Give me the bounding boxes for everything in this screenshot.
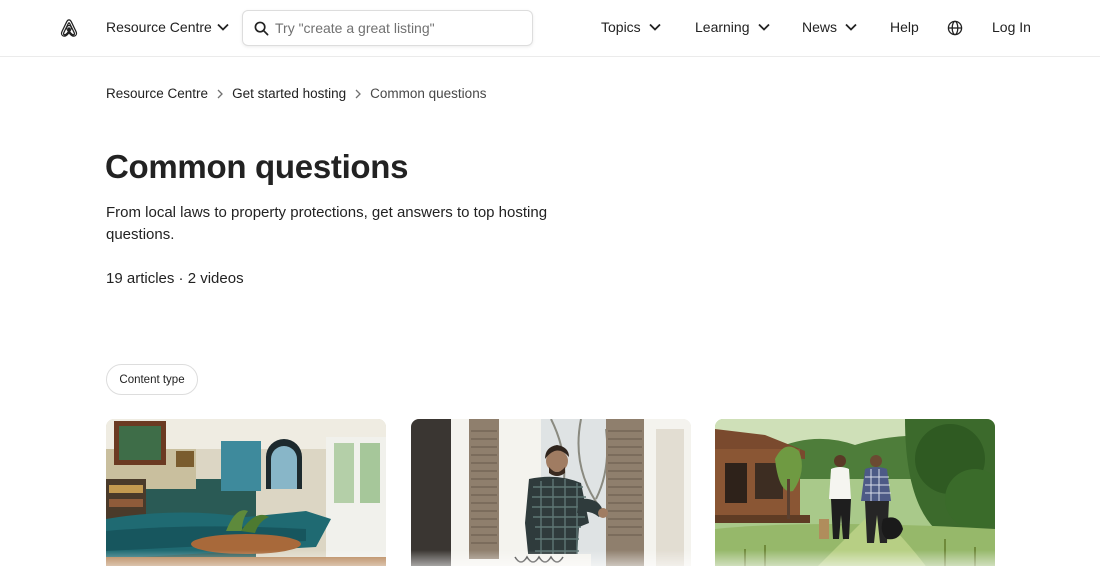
breadcrumb: Resource Centre Get started hosting Comm… <box>106 86 486 101</box>
article-card-3[interactable] <box>715 419 995 566</box>
chevron-down-icon <box>217 23 229 31</box>
nav-news-label: News <box>802 19 838 35</box>
chevron-down-icon <box>757 23 770 31</box>
card-image-cabin-walk <box>715 419 995 566</box>
search-icon <box>254 21 269 35</box>
nav-news[interactable]: News <box>802 19 857 35</box>
content-counts: 19 articles · 2 videos <box>106 270 244 287</box>
search-input[interactable] <box>275 20 515 36</box>
article-card-1[interactable] <box>106 419 386 566</box>
content-type-filter-button[interactable]: Content type <box>106 364 198 395</box>
chevron-right-icon <box>217 89 223 98</box>
nav-learning[interactable]: Learning <box>695 19 770 35</box>
card-image-living-room <box>106 419 386 566</box>
chevron-down-icon <box>649 23 661 31</box>
breadcrumb-current: Common questions <box>370 86 487 101</box>
chevron-down-icon <box>845 23 857 31</box>
login-label: Log In <box>992 19 1031 35</box>
resource-centre-label: Resource Centre <box>106 19 212 35</box>
card-image-shutters <box>411 419 691 566</box>
chevron-right-icon <box>355 89 362 98</box>
resource-centre-menu[interactable]: Resource Centre <box>106 19 229 35</box>
nav-topics-label: Topics <box>601 19 641 35</box>
login-link[interactable]: Log In <box>992 19 1031 35</box>
breadcrumb-resource-centre[interactable]: Resource Centre <box>106 86 208 101</box>
page-description: From local laws to property protections,… <box>106 204 548 243</box>
airbnb-logo[interactable] <box>59 17 79 39</box>
top-navigation-bar: Resource Centre Topics Learning News Hel… <box>0 0 1100 57</box>
breadcrumb-get-started-hosting[interactable]: Get started hosting <box>232 86 346 101</box>
page-title: Common questions <box>105 148 409 185</box>
nav-help-label: Help <box>890 19 919 35</box>
nav-learning-label: Learning <box>695 19 750 35</box>
article-card-2[interactable] <box>411 419 691 566</box>
search-bar[interactable] <box>242 10 533 46</box>
nav-help[interactable]: Help <box>890 19 919 35</box>
globe-icon[interactable] <box>947 20 963 36</box>
nav-topics[interactable]: Topics <box>601 19 661 35</box>
